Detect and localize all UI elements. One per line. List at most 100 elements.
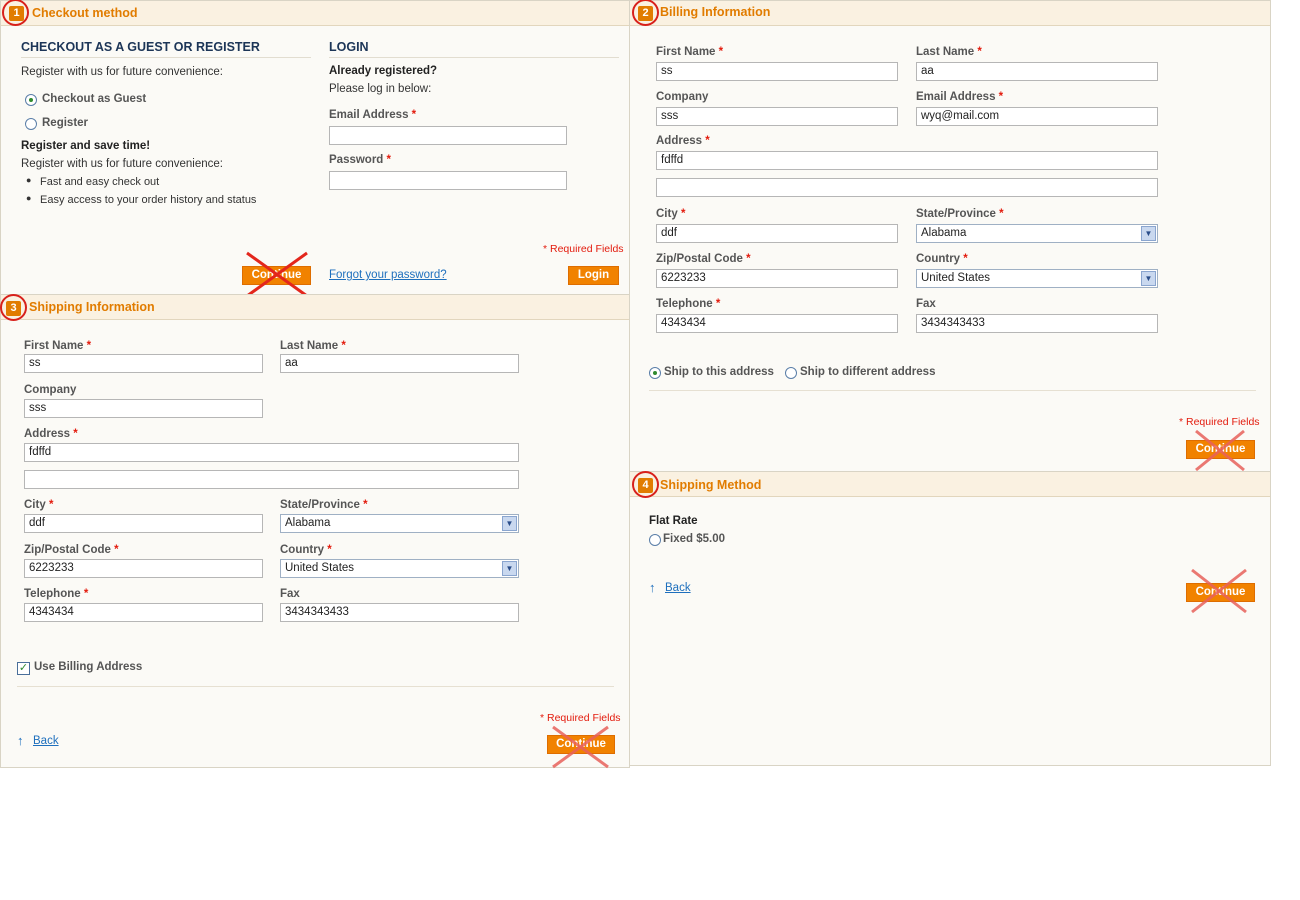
shipping-fax-input[interactable]: 3434343433 bbox=[280, 603, 519, 622]
shipping-city-input[interactable]: ddf bbox=[24, 514, 263, 533]
shipping-country-select[interactable]: United States ▼ bbox=[280, 559, 519, 578]
shipping-information-panel: 3 Shipping Information First Name * ss L… bbox=[0, 294, 630, 769]
billing-continue-button[interactable]: Continue bbox=[1186, 440, 1255, 459]
guest-register-heading: CHECKOUT AS A GUEST OR REGISTER bbox=[21, 40, 311, 58]
billing-zip-input[interactable]: 6223233 bbox=[656, 269, 898, 288]
city-label: City * bbox=[24, 499, 54, 511]
checkout-as-guest-label[interactable]: Checkout as Guest bbox=[42, 93, 146, 105]
chevron-down-icon[interactable]: ▼ bbox=[1141, 271, 1156, 286]
billing-company-input[interactable]: sss bbox=[656, 107, 898, 126]
email-address-label: Email Address * bbox=[329, 109, 417, 121]
register-label[interactable]: Register bbox=[42, 117, 88, 129]
login-heading: LOGIN bbox=[329, 40, 619, 58]
billing-city-input[interactable]: ddf bbox=[656, 224, 898, 243]
telephone-label: Telephone * bbox=[24, 588, 89, 600]
shipping-method-continue-button[interactable]: Continue bbox=[1186, 583, 1255, 602]
shipping-continue-button[interactable]: Continue bbox=[547, 735, 615, 754]
back-arrow-icon[interactable]: ↑ bbox=[17, 733, 24, 748]
shipping-zip-input[interactable]: 6223233 bbox=[24, 559, 263, 578]
carrier-name: Flat Rate bbox=[649, 515, 698, 527]
forgot-password-link[interactable]: Forgot your password? bbox=[329, 269, 447, 281]
zip-label: Zip/Postal Code * bbox=[24, 544, 119, 556]
flat-rate-radio[interactable] bbox=[649, 534, 661, 546]
checkout-method-continue-button[interactable]: Continue bbox=[242, 266, 311, 285]
step-title: Shipping Method bbox=[660, 478, 762, 492]
shipping-back-link[interactable]: Back bbox=[33, 735, 59, 747]
billing-fax-input[interactable]: 3434343433 bbox=[916, 314, 1158, 333]
step-header[interactable]: 3 Shipping Information bbox=[0, 294, 629, 321]
annotation-circle bbox=[2, 0, 29, 26]
step-header[interactable]: 2 Billing Information bbox=[630, 0, 1270, 26]
telephone-label: Telephone * bbox=[656, 298, 721, 310]
use-billing-address-checkbox[interactable]: ✓ bbox=[17, 662, 30, 675]
login-password-input[interactable] bbox=[329, 171, 567, 190]
login-email-input[interactable] bbox=[329, 126, 567, 145]
chevron-down-icon[interactable]: ▼ bbox=[502, 516, 517, 531]
ship-to-different-address-label[interactable]: Ship to different address bbox=[800, 366, 935, 378]
annotation-circle bbox=[632, 0, 659, 26]
selected-value: United States bbox=[921, 272, 991, 284]
last-name-label: Last Name * bbox=[280, 340, 346, 352]
please-login-text: Please log in below: bbox=[329, 83, 432, 95]
annotation-circle bbox=[632, 471, 659, 498]
divider bbox=[17, 686, 614, 687]
register-save-intro: Register with us for future convenience: bbox=[21, 158, 223, 170]
password-label: Password * bbox=[329, 154, 392, 166]
selected-value: United States bbox=[285, 562, 355, 574]
ship-to-different-address-radio[interactable] bbox=[785, 367, 797, 379]
chevron-down-icon[interactable]: ▼ bbox=[1141, 226, 1156, 241]
chevron-down-icon[interactable]: ▼ bbox=[502, 561, 517, 576]
checkout-as-guest-radio[interactable] bbox=[25, 94, 37, 106]
login-button[interactable]: Login bbox=[568, 266, 619, 285]
shipping-company-input[interactable]: sss bbox=[24, 399, 263, 418]
step-header[interactable]: 1 Checkout method bbox=[1, 0, 629, 26]
first-name-label: First Name * bbox=[656, 46, 724, 58]
shipping-method-back-link[interactable]: Back bbox=[665, 582, 691, 594]
zip-label: Zip/Postal Code * bbox=[656, 253, 751, 265]
billing-last-name-input[interactable]: aa bbox=[916, 62, 1158, 81]
divider bbox=[649, 390, 1256, 391]
company-label: Company bbox=[24, 384, 77, 396]
step-title: Billing Information bbox=[660, 5, 771, 19]
step-title: Shipping Information bbox=[29, 300, 155, 314]
ship-to-this-address-radio[interactable] bbox=[649, 367, 661, 379]
step-title: Checkout method bbox=[32, 6, 138, 20]
checkout-method-panel: 1 Checkout method CHECKOUT AS A GUEST OR… bbox=[0, 0, 630, 298]
register-radio[interactable] bbox=[25, 118, 37, 130]
selected-value: Alabama bbox=[921, 227, 967, 239]
country-label: Country * bbox=[916, 253, 968, 265]
required-fields-note: * Required Fields bbox=[543, 243, 624, 255]
last-name-label: Last Name * bbox=[916, 46, 982, 58]
benefit-item: Fast and easy check out bbox=[40, 176, 160, 188]
use-billing-address-label[interactable]: Use Billing Address bbox=[34, 661, 142, 673]
billing-address-line2-input[interactable] bbox=[656, 178, 1158, 197]
flat-rate-option-label[interactable]: Fixed $5.00 bbox=[663, 533, 725, 545]
shipping-address-line1-input[interactable]: fdffd bbox=[24, 443, 519, 462]
bullet-icon: ● bbox=[26, 175, 32, 185]
billing-country-select[interactable]: United States ▼ bbox=[916, 269, 1158, 288]
step-header[interactable]: 4 Shipping Method bbox=[630, 471, 1270, 498]
shipping-address-line2-input[interactable] bbox=[24, 470, 519, 489]
first-name-label: First Name * bbox=[24, 340, 92, 352]
ship-to-this-address-label[interactable]: Ship to this address bbox=[664, 366, 774, 378]
billing-first-name-input[interactable]: ss bbox=[656, 62, 898, 81]
company-label: Company bbox=[656, 91, 709, 103]
city-label: City * bbox=[656, 208, 686, 220]
back-arrow-icon[interactable]: ↑ bbox=[649, 580, 656, 595]
bullet-icon: ● bbox=[26, 193, 32, 203]
state-label: State/Province * bbox=[280, 499, 368, 511]
country-label: Country * bbox=[280, 544, 332, 556]
shipping-telephone-input[interactable]: 4343434 bbox=[24, 603, 263, 622]
required-fields-note: * Required Fields bbox=[540, 712, 621, 724]
shipping-first-name-input[interactable]: ss bbox=[24, 354, 263, 373]
already-registered-text: Already registered? bbox=[329, 65, 438, 77]
billing-information-panel: 2 Billing Information First Name * ss La… bbox=[630, 0, 1271, 472]
shipping-state-select[interactable]: Alabama ▼ bbox=[280, 514, 519, 533]
billing-email-input[interactable]: wyq@mail.com bbox=[916, 107, 1158, 126]
shipping-last-name-input[interactable]: aa bbox=[280, 354, 519, 373]
billing-state-select[interactable]: Alabama ▼ bbox=[916, 224, 1158, 243]
billing-address-line1-input[interactable]: fdffd bbox=[656, 151, 1158, 170]
billing-telephone-input[interactable]: 4343434 bbox=[656, 314, 898, 333]
shipping-method-panel: 4 Shipping Method Flat Rate Fixed $5.00 … bbox=[630, 471, 1271, 766]
selected-value: Alabama bbox=[285, 517, 331, 529]
